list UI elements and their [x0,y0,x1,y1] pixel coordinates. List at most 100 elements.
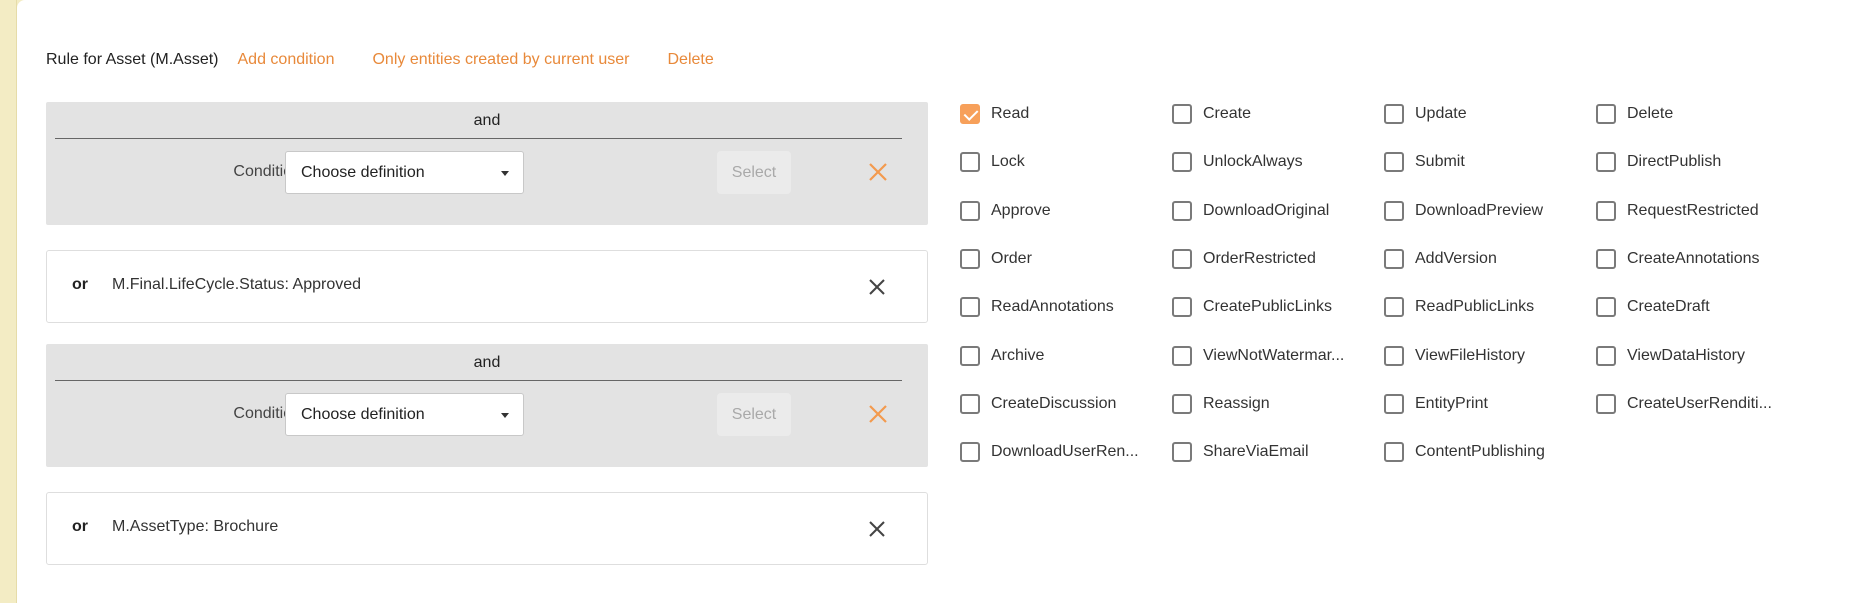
checkbox[interactable] [1172,442,1192,462]
checkbox[interactable] [960,346,980,366]
permission-checkbox-item[interactable]: CreateUserRenditi... [1596,392,1772,416]
close-icon[interactable] [866,160,890,184]
definition-dropdown[interactable]: Choose definition [285,151,524,194]
checkbox[interactable] [960,442,980,462]
permission-label: ShareViaEmail [1203,443,1309,460]
permission-label: Submit [1415,153,1465,170]
checkbox-checked[interactable] [960,104,980,124]
close-icon[interactable] [866,402,890,426]
permission-checkbox-item[interactable]: ReadPublicLinks [1384,295,1534,319]
permission-checkbox-item[interactable]: Delete [1596,102,1673,126]
permission-label: ViewDataHistory [1627,347,1745,364]
close-icon[interactable] [865,517,889,541]
delete-rule-link[interactable]: Delete [667,51,713,69]
permission-checkbox-item[interactable]: ReadAnnotations [960,295,1114,319]
only-current-user-link[interactable]: Only entities created by current user [372,51,629,69]
permission-checkbox-item[interactable]: CreatePublicLinks [1172,295,1332,319]
permission-checkbox-item[interactable]: Read [960,102,1029,126]
permission-checkbox-item[interactable]: OrderRestricted [1172,247,1316,271]
select-button[interactable]: Select [717,151,791,194]
permission-checkbox-item[interactable]: CreateAnnotations [1596,247,1760,271]
permission-checkbox-item[interactable]: DownloadOriginal [1172,199,1329,223]
and-condition-group: and Condition Choose definition Select [46,344,928,467]
permission-label: Update [1415,105,1467,122]
permission-label: CreateUserRenditi... [1627,395,1772,412]
permission-label: Lock [991,153,1025,170]
checkbox[interactable] [1596,394,1616,414]
checkbox[interactable] [1384,442,1404,462]
checkbox[interactable] [1172,152,1192,172]
rule-header: Rule for Asset (M.Asset) Add condition O… [46,48,752,72]
permission-label: Order [991,250,1032,267]
checkbox[interactable] [960,152,980,172]
permission-label: Reassign [1203,395,1270,412]
permission-checkbox-item[interactable]: UnlockAlways [1172,150,1303,174]
or-label: or [72,276,88,293]
checkbox[interactable] [1596,346,1616,366]
checkbox[interactable] [1172,201,1192,221]
permission-checkbox-item[interactable]: ShareViaEmail [1172,440,1309,464]
permission-checkbox-item[interactable]: Lock [960,150,1025,174]
permission-label: Create [1203,105,1252,122]
permission-checkbox-item[interactable]: DownloadUserRen... [960,440,1139,464]
close-icon[interactable] [865,275,889,299]
permission-checkbox-item[interactable]: Approve [960,199,1051,223]
checkbox[interactable] [1384,394,1404,414]
permission-label: Delete [1627,105,1674,122]
permission-checkbox-item[interactable]: DownloadPreview [1384,199,1543,223]
permission-label: ViewNotWatermar... [1203,347,1345,364]
definition-dropdown[interactable]: Choose definition [285,393,524,436]
permission-checkbox-item[interactable]: DirectPublish [1596,150,1721,174]
permission-checkbox-item[interactable]: ViewFileHistory [1384,344,1525,368]
checkbox[interactable] [1172,346,1192,366]
permission-checkbox-item[interactable]: RequestRestricted [1596,199,1759,223]
checkbox[interactable] [1172,249,1192,269]
checkbox[interactable] [1596,104,1616,124]
permission-checkbox-item[interactable]: Reassign [1172,392,1270,416]
checkbox[interactable] [1172,297,1192,317]
permission-label: ReadPublicLinks [1415,298,1535,315]
permission-label: RequestRestricted [1627,202,1759,219]
permission-checkbox-item[interactable]: Order [960,247,1032,271]
permission-checkbox-item[interactable]: CreateDraft [1596,295,1710,319]
permission-label: ViewFileHistory [1415,347,1525,364]
checkbox[interactable] [960,394,980,414]
permission-label: Read [991,105,1030,122]
and-condition-group: and Condition Choose definition Select [46,102,928,225]
checkbox[interactable] [1596,249,1616,269]
divider [55,138,902,139]
checkbox[interactable] [960,201,980,221]
permission-label: Approve [991,202,1051,219]
checkbox[interactable] [1384,249,1404,269]
checkbox[interactable] [1384,346,1404,366]
permission-checkbox-item[interactable]: EntityPrint [1384,392,1488,416]
permission-label: AddVersion [1415,250,1497,267]
checkbox[interactable] [1596,297,1616,317]
permission-checkbox-item[interactable]: ContentPublishing [1384,440,1545,464]
checkbox[interactable] [960,249,980,269]
checkbox[interactable] [1384,297,1404,317]
checkbox[interactable] [1384,104,1404,124]
permission-label: DownloadUserRen... [991,443,1139,460]
add-condition-link[interactable]: Add condition [238,51,335,69]
checkbox[interactable] [1384,152,1404,172]
checkbox[interactable] [1596,201,1616,221]
permission-label: UnlockAlways [1203,153,1303,170]
checkbox[interactable] [1384,201,1404,221]
select-button[interactable]: Select [717,393,791,436]
checkbox[interactable] [1172,104,1192,124]
permission-checkbox-item[interactable]: Create [1172,102,1251,126]
checkbox[interactable] [1172,394,1192,414]
permission-label: ContentPublishing [1415,443,1545,460]
permission-checkbox-item[interactable]: Submit [1384,150,1465,174]
chevron-down-icon [501,413,509,418]
checkbox[interactable] [960,297,980,317]
permission-checkbox-item[interactable]: CreateDiscussion [960,392,1116,416]
permission-checkbox-item[interactable]: AddVersion [1384,247,1497,271]
checkbox[interactable] [1596,152,1616,172]
permission-checkbox-item[interactable]: ViewNotWatermar... [1172,344,1344,368]
permission-checkbox-item[interactable]: Archive [960,344,1044,368]
permission-label: Archive [991,347,1045,364]
permission-checkbox-item[interactable]: ViewDataHistory [1596,344,1745,368]
permission-checkbox-item[interactable]: Update [1384,102,1467,126]
